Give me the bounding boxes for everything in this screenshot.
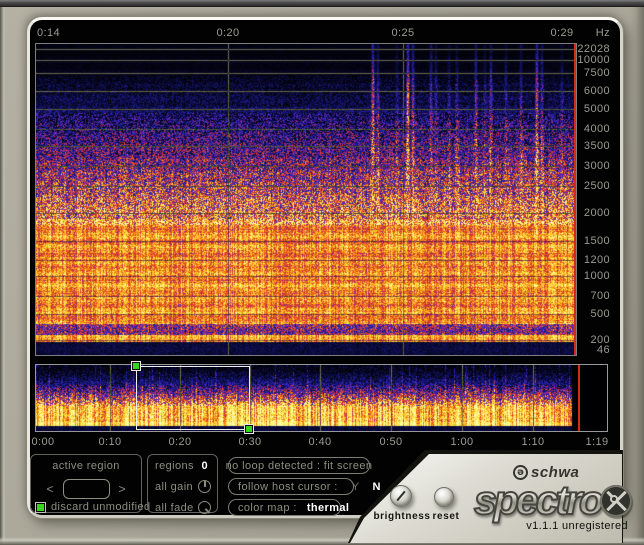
spectro-logo-text: spectro: [474, 477, 601, 524]
freq-tick-label: 3500: [572, 140, 610, 152]
next-region-button[interactable]: >: [119, 482, 126, 496]
freq-tick-label: 4000: [572, 123, 610, 135]
overview-tick-label: 0:40: [290, 436, 350, 448]
main-spectrogram-canvas[interactable]: [36, 44, 576, 355]
overview-tick-label: 1:19: [567, 436, 627, 448]
overview-tick-label: 1:10: [503, 436, 563, 448]
freq-tick-label: 10000: [572, 54, 610, 66]
freq-tick-label: 5000: [572, 103, 610, 115]
freq-tick-label: 500: [572, 308, 610, 320]
overview-tick-label: 0:30: [220, 436, 280, 448]
freq-tick-label: 700: [572, 290, 610, 302]
time-tick-label: 0:20: [198, 27, 258, 39]
spectro-plugin-window: 0:140:200:250:29 Hz 22028100007500600050…: [0, 0, 644, 545]
spectro-logo: spectro: [474, 477, 632, 524]
overview-tick-label: 0:20: [150, 436, 210, 448]
target-hub: [610, 495, 618, 503]
time-tick-label: 0:14: [37, 27, 60, 39]
main-playback-cursor: [574, 44, 576, 355]
knob-pointer: [396, 491, 405, 501]
checkbox-checked-mark: [37, 504, 44, 511]
freq-tick-label: 7500: [572, 67, 610, 79]
freq-tick-label: 1000: [572, 270, 610, 282]
overview-tick-label: 0:10: [80, 436, 140, 448]
freq-tick-label: 46: [572, 344, 610, 356]
freq-tick-label: 2500: [572, 180, 610, 192]
overview-navigator[interactable]: [35, 364, 608, 432]
window-top-strip: [0, 0, 644, 7]
version-label: v1.1.1 unregistered: [498, 520, 628, 532]
region-navigator: < >: [31, 479, 141, 499]
follow-host-yes-option[interactable]: Y: [352, 481, 360, 493]
active-region-display[interactable]: [63, 479, 110, 499]
hz-unit-label: Hz: [576, 27, 610, 39]
active-region-title: active region: [31, 460, 141, 472]
brightness-knob[interactable]: [390, 485, 412, 507]
follow-host-cursor-toggle[interactable]: follow host cursor : Y N: [228, 478, 354, 495]
loop-fit-screen-label: no loop detected : fit screen: [226, 460, 373, 472]
frame-right-bevel: [630, 7, 644, 545]
freq-tick-label: 2000: [572, 207, 610, 219]
color-map-value: thermal: [307, 502, 350, 514]
overview-tick-label: 0:00: [13, 436, 73, 448]
loop-fit-screen-button[interactable]: no loop detected : fit screen: [228, 457, 370, 474]
active-region-groupbox: active region < > discard unmodified: [30, 454, 142, 513]
reset-knob-label: reset: [411, 511, 481, 522]
frame-left-bevel: [0, 7, 5, 545]
freq-tick-label: 6000: [572, 85, 610, 97]
color-map-selector[interactable]: color map : thermal: [228, 499, 341, 516]
regions-groupbox: regions 0 all gain all fade: [147, 454, 218, 513]
follow-host-cursor-label: follow host cursor :: [238, 481, 338, 493]
follow-host-no-option[interactable]: N: [372, 481, 380, 493]
freq-tick-label: 3000: [572, 160, 610, 172]
overview-playback-cursor: [578, 365, 580, 431]
regions-label: regions: [155, 460, 194, 472]
selection-handle-bottomright[interactable]: [245, 425, 253, 433]
reset-knob[interactable]: [434, 487, 454, 507]
all-gain-knob-icon[interactable]: [198, 480, 211, 493]
target-o-icon: [600, 485, 632, 517]
overview-canvas[interactable]: [36, 365, 607, 431]
discard-unmodified-label: discard unmodified: [51, 501, 151, 513]
overview-tick-label: 1:00: [432, 436, 492, 448]
overview-tick-label: 0:50: [361, 436, 421, 448]
discard-unmodified-checkbox[interactable]: [35, 502, 46, 513]
all-fade-knob-icon[interactable]: [198, 501, 211, 514]
color-map-label: color map :: [238, 502, 297, 514]
prev-region-button[interactable]: <: [46, 482, 53, 496]
main-spectrogram[interactable]: [35, 43, 577, 356]
all-fade-label: all fade: [155, 502, 194, 514]
time-tick-label: 0:25: [373, 27, 433, 39]
discard-unmodified-row: discard unmodified: [35, 501, 151, 513]
all-gain-label: all gain: [155, 481, 193, 493]
selection-handle-topleft[interactable]: [132, 362, 140, 370]
freq-tick-label: 1500: [572, 235, 610, 247]
view-selection-rect[interactable]: [136, 366, 250, 430]
regions-count: 0: [201, 460, 208, 472]
freq-tick-label: 1200: [572, 254, 610, 266]
